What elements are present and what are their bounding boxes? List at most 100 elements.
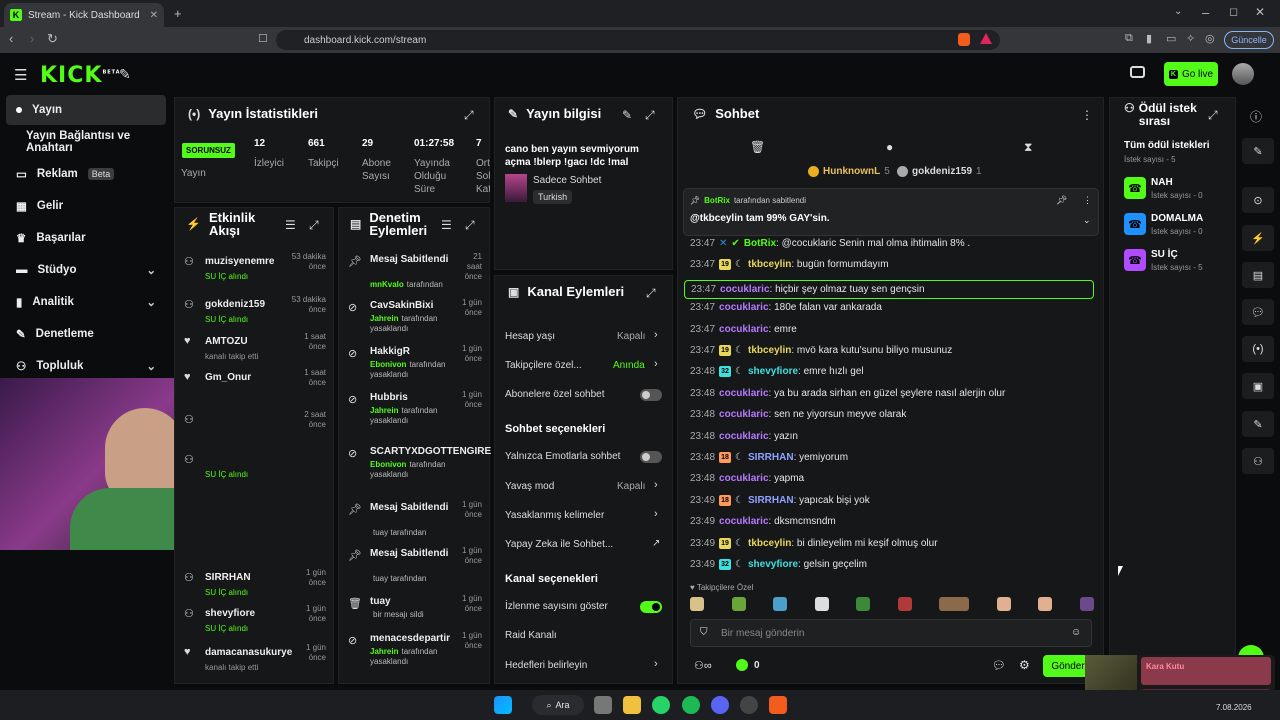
chat-input[interactable]: ⛉ Bir mesaj gönderin ☺ <box>690 619 1092 647</box>
chat-message[interactable]: 23:48 cocuklaric: sen ne yiyorsun meyve o… <box>690 409 906 420</box>
taskbar-search[interactable]: ⌕ Ara <box>532 695 584 715</box>
reward-icon[interactable]: ☎ <box>1124 213 1146 235</box>
discord-icon[interactable] <box>711 696 729 714</box>
chat-username[interactable]: shevyfiore <box>748 366 798 377</box>
emoji-icon[interactable]: ☺ <box>1071 627 1081 638</box>
chat-username[interactable]: cocuklaric <box>719 302 768 313</box>
whatsapp-icon[interactable] <box>652 696 670 714</box>
sidebar-item-moderation[interactable]: ✎ Denetleme <box>6 319 166 349</box>
filter-icon[interactable]: ☰ <box>441 218 452 232</box>
tab-search-icon[interactable]: ⌄ <box>1174 6 1182 17</box>
chat-message[interactable]: 23:49 32 ☾ shevyfiore: gelsin geçelim <box>690 559 867 570</box>
popout-icon[interactable]: ⤢ <box>645 108 655 123</box>
reload-icon[interactable]: ↻ <box>47 31 58 47</box>
community-rail-icon[interactable]: ⚇ <box>1242 448 1274 474</box>
lightning-rail-icon[interactable]: ⚡ <box>1242 225 1274 251</box>
wallet-icon[interactable]: ▭ <box>1166 32 1176 45</box>
url-input[interactable]: dashboard.kick.com/stream <box>276 30 1000 50</box>
close-window-icon[interactable]: ✕ <box>1255 5 1265 19</box>
emote-icon[interactable] <box>856 597 871 611</box>
chat-message[interactable]: 23:48 18 ☾ SIRRHAN: yemiyorum <box>690 452 848 463</box>
raid-channel-label[interactable]: Raid Kanalı <box>505 630 557 641</box>
forward-icon[interactable]: › <box>30 31 34 46</box>
task-view-icon[interactable] <box>594 696 612 714</box>
vpn-icon[interactable]: ◎ <box>1205 32 1215 45</box>
all-rewards-label[interactable]: Tüm ödül istekleri <box>1124 140 1210 151</box>
file-explorer-icon[interactable] <box>623 696 641 714</box>
reward-icon[interactable]: ☎ <box>1124 177 1146 199</box>
brave-icon[interactable] <box>769 696 787 714</box>
trash-icon[interactable]: 🗑︎ <box>750 140 765 154</box>
tools-icon[interactable]: ✎ <box>119 66 131 83</box>
chat-message[interactable]: 23:47 19 ☾ tkbceylin: mvö kara kutu'sunu bi… <box>690 345 952 356</box>
chat-message[interactable]: 23:47 cocuklaric: 180e falan var ankarada <box>690 302 882 313</box>
emote-icon[interactable] <box>731 597 746 611</box>
chat-username[interactable]: cocuklaric <box>719 324 768 335</box>
unpin-icon[interactable]: 📌︎ <box>1056 195 1067 206</box>
browser-tab[interactable]: K Stream - Kick Dashboard ✕ <box>4 3 164 27</box>
broadcast-rail-icon[interactable]: (•) <box>1242 336 1274 362</box>
chat-username[interactable]: tkbceylin <box>748 345 791 356</box>
chat-username[interactable]: tkbceylin <box>748 259 791 270</box>
filter-icon[interactable]: ☰ <box>285 218 296 232</box>
chat-message[interactable]: 23:49 cocuklaric: dksmcmsndm <box>690 516 836 527</box>
studio-icon[interactable] <box>1130 66 1145 78</box>
maximize-icon[interactable]: ◻ <box>1229 5 1238 18</box>
chat-message[interactable]: 23:47 cocuklaric: emre <box>690 324 797 335</box>
bookmark-icon[interactable]: ☐ <box>258 32 268 45</box>
brave-rewards-icon[interactable] <box>980 33 992 44</box>
reward-name[interactable]: SU İÇ <box>1151 249 1178 260</box>
chevron-right-icon[interactable]: › <box>654 358 658 370</box>
brave-shield-icon[interactable] <box>958 33 970 46</box>
chat-message[interactable]: 23:48 32 ☾ shevyfiore: emre hızlı gel <box>690 366 864 377</box>
sidebar-item-studio[interactable]: ▬ Stüdyo ⌄ <box>6 255 166 285</box>
back-icon[interactable]: ‹ <box>9 31 13 46</box>
sidebar-item-analytics[interactable]: ▮ Analitik ⌄ <box>6 287 166 317</box>
kicks-counter[interactable]: 0 <box>736 659 760 671</box>
chat-message[interactable]: 23:47 cocuklaric: hiçbir şey olmaz tuay s… <box>684 280 1094 299</box>
chat-message[interactable]: 23:49 18 ☾ SIRRHAN: yapıcak bişi yok <box>690 495 870 506</box>
sidebar-item-stream[interactable]: Yayın <box>6 95 166 125</box>
chevron-right-icon[interactable]: › <box>654 508 658 520</box>
chat-username[interactable]: cocuklaric <box>719 388 768 399</box>
emote-icon[interactable] <box>1079 597 1094 611</box>
popout-icon[interactable]: ⤢ <box>309 218 319 233</box>
followers-only-value[interactable]: Anında <box>613 360 645 371</box>
popout-icon[interactable]: ⤢ <box>646 286 656 301</box>
chat-username[interactable]: SIRRHAN <box>748 452 794 463</box>
community-goals-icon[interactable]: ⚇∞ <box>694 659 712 672</box>
set-goals-label[interactable]: Hedefleri belirleyin <box>505 660 587 671</box>
popout-icon[interactable]: ⤢ <box>1208 108 1218 123</box>
chat-username[interactable]: BotRix <box>744 238 776 249</box>
chat-username[interactable]: cocuklaric <box>720 284 769 295</box>
pinned-more-icon[interactable]: ⋮ <box>1083 195 1092 206</box>
info-icon[interactable]: ⓘ <box>1250 108 1262 125</box>
wrench-rail-icon[interactable]: ✎ <box>1242 411 1274 437</box>
chat-message[interactable]: 23:48 cocuklaric: yapma <box>690 473 804 484</box>
popout-icon[interactable]: ⤢ <box>464 108 474 123</box>
sidebar-item-income[interactable]: ▦ Gelir <box>6 191 166 221</box>
minimize-icon[interactable]: – <box>1202 5 1209 20</box>
obs-icon[interactable] <box>740 696 758 714</box>
reward-icon[interactable]: ☎ <box>1124 249 1146 271</box>
camera-rail-icon[interactable]: ⊙ <box>1242 187 1274 213</box>
document-rail-icon[interactable]: ▤ <box>1242 262 1274 288</box>
emote-icon[interactable] <box>939 597 970 611</box>
chat-message[interactable]: 23:49 19 ☾ tkbceylin: bi dinleyelim mi keşi… <box>690 538 938 549</box>
external-link-icon[interactable]: ↗ <box>652 538 660 549</box>
update-button[interactable]: Güncelle <box>1224 31 1274 49</box>
avatar[interactable] <box>1232 63 1254 85</box>
sidebar-item-achievements[interactable]: ♛ Başarılar <box>6 223 166 253</box>
account-age-value[interactable]: Kapalı <box>617 331 645 342</box>
sidebar-item-community[interactable]: ⚇ Topluluk ⌄ <box>6 351 166 381</box>
emote-icon[interactable] <box>996 597 1011 611</box>
new-tab-icon[interactable]: + <box>174 6 182 21</box>
chat-rail-icon[interactable]: 💬︎ <box>1242 299 1274 325</box>
leo-icon[interactable]: ✧ <box>1186 32 1195 45</box>
gear-icon[interactable]: ⚙ <box>1019 658 1030 672</box>
chat-settings-bubble-icon[interactable]: 💬︎ <box>992 659 1006 672</box>
emote-icon[interactable] <box>1038 597 1053 611</box>
chat-username[interactable]: cocuklaric <box>719 431 768 442</box>
go-live-button[interactable]: K Go live <box>1164 62 1218 86</box>
chat-username[interactable]: SIRRHAN <box>748 495 794 506</box>
